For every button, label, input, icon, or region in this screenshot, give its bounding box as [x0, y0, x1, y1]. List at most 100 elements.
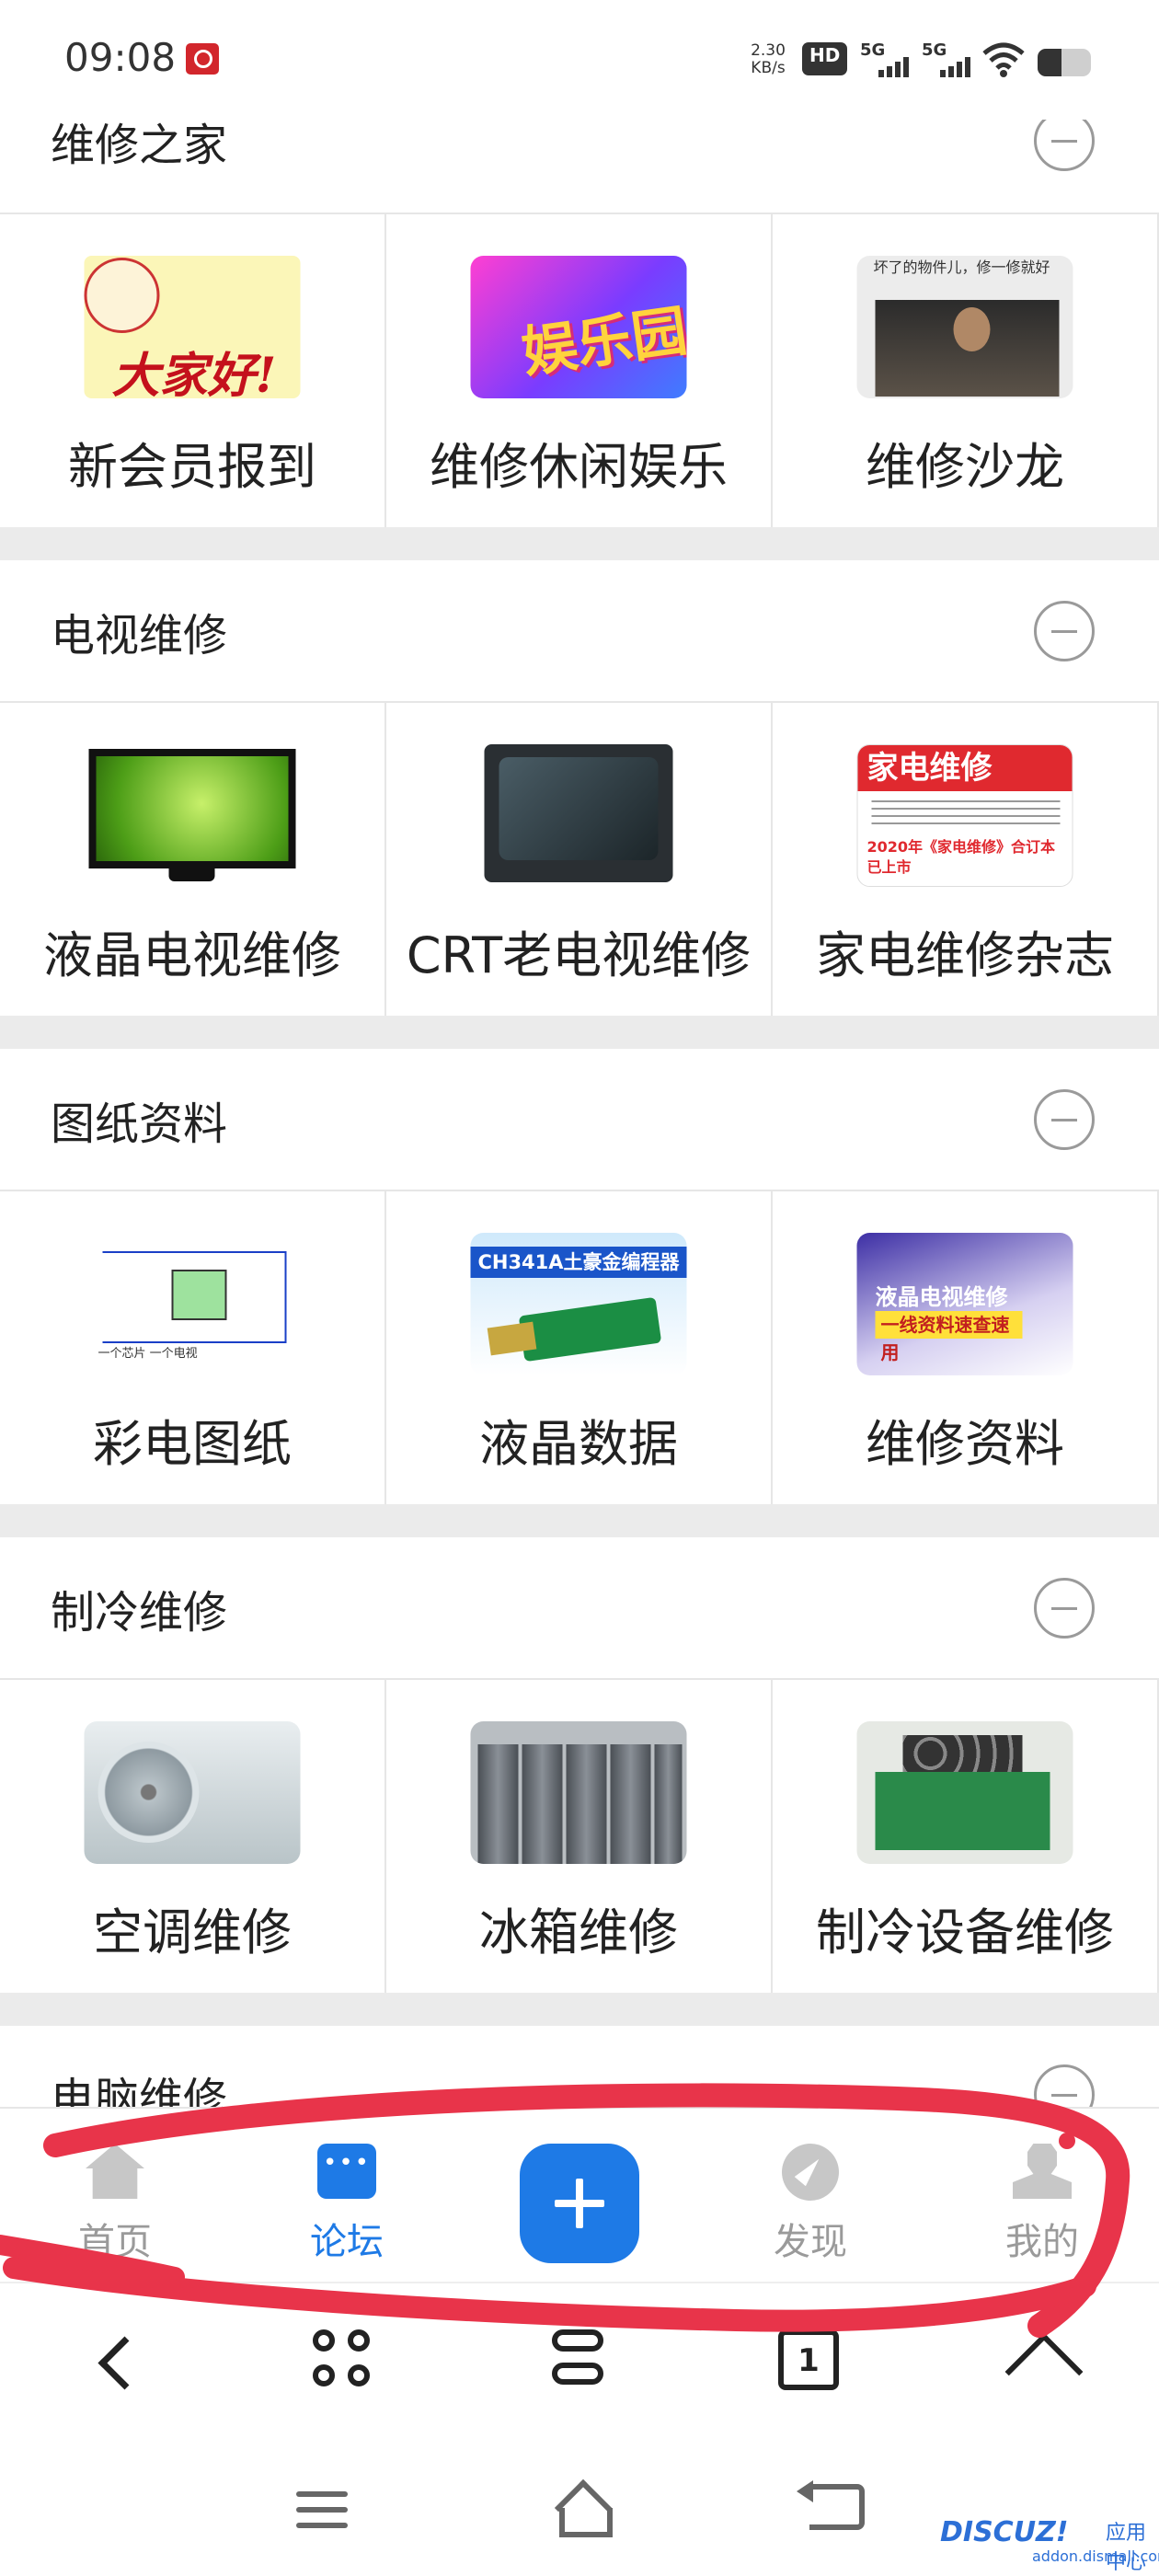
repairman-photo — [875, 300, 1060, 397]
forum-schematics[interactable]: 一个芯片 一个电视 彩电图纸 — [0, 1191, 386, 1504]
forum-section: 电视维修 液晶电视维修 CRT老电视维修 家电维修 2020年《家电维修》合订本… — [0, 560, 1159, 1049]
home-icon — [86, 2144, 144, 2199]
collapse-icon[interactable] — [1034, 1577, 1095, 1639]
browser-home-icon[interactable] — [1007, 2329, 1077, 2394]
forum-magazine[interactable]: 家电维修 2020年《家电维修》合订本已上市 家电维修杂志 — [773, 703, 1159, 1016]
watermark-url: addon.dismall.com — [1032, 2547, 1159, 2565]
tab-discover[interactable]: 发现 — [741, 2109, 879, 2283]
tv-stand — [168, 868, 215, 881]
wifi-icon — [982, 42, 1025, 77]
forum-new-members[interactable]: 大家好! 新会员报到 — [0, 214, 386, 527]
tab-label: 发现 — [774, 2221, 847, 2263]
forum-salon[interactable]: 坏了的物件儿，修一修就好 维修沙龙 — [773, 214, 1159, 527]
thumbnail-text: 娱乐园 — [518, 298, 687, 386]
collapse-icon[interactable] — [1034, 600, 1095, 661]
forum-thumbnail: 大家好! — [84, 256, 301, 398]
forum-refrigerator[interactable]: 冰箱维修 — [386, 1680, 773, 1993]
menu-icon[interactable] — [545, 2329, 609, 2394]
section-divider — [0, 1504, 1159, 1537]
forum-thumbnail: 家电维修 2020年《家电维修》合订本已上市 — [856, 744, 1073, 887]
forum-thumbnail — [84, 1721, 301, 1864]
forum-thumbnail: CH341A土豪金编程器 — [470, 1233, 687, 1375]
tab-label: 首页 — [78, 2221, 152, 2263]
forum-repair-docs[interactable]: 液晶电视维修 一线资料速查速用 维修资料 — [773, 1191, 1159, 1504]
thumbnail-subtext: 2020年《家电维修》合订本已上市 — [866, 838, 1056, 876]
section-divider — [0, 527, 1159, 560]
forum-section: 图纸资料 一个芯片 一个电视 彩电图纸 CH341A土豪金编程器 液晶数据 液晶… — [0, 1049, 1159, 1537]
forum-label: 新会员报到 — [68, 438, 316, 496]
forum-thumbnail — [84, 744, 301, 887]
forum-section: 制冷维修 空调维修 冰箱维修 制冷设备维修 — [0, 1537, 1159, 2026]
tab-forum[interactable]: 论坛 — [278, 2109, 416, 2283]
forum-section: 维修之家 大家好! 新会员报到 娱乐园 维修休闲娱乐 坏了的物件儿，修一修就好 — [0, 72, 1159, 560]
thumbnail-subtext: 一线资料速查速用 — [875, 1311, 1023, 1363]
recent-apps-icon[interactable] — [296, 2491, 348, 2528]
forum-grid: 大家好! 新会员报到 娱乐园 维修休闲娱乐 坏了的物件儿，修一修就好 维修沙龙 — [0, 214, 1159, 527]
clock: 09:08 — [64, 35, 177, 80]
notification-app-icon — [186, 43, 219, 75]
forum-crt-tv[interactable]: CRT老电视维修 — [386, 703, 773, 1016]
forum-label: 制冷设备维修 — [816, 1903, 1114, 1961]
forum-thumbnail — [470, 1721, 687, 1864]
forum-label: 冰箱维修 — [479, 1903, 678, 1961]
forum-label: 维修沙龙 — [866, 438, 1064, 496]
tab-label: 我的 — [1005, 2221, 1079, 2263]
battery-icon — [1038, 49, 1091, 76]
new-post-button[interactable] — [520, 2144, 639, 2263]
smiley-face-image — [84, 258, 160, 333]
tab-home[interactable]: 首页 — [46, 2109, 184, 2283]
forum-air-conditioner[interactable]: 空调维修 — [0, 1680, 386, 1993]
tabs-button[interactable]: 1 — [778, 2329, 839, 2390]
section-divider — [0, 1016, 1159, 1049]
net-speed-unit: KB/s — [751, 59, 786, 77]
nav-home-icon[interactable] — [552, 2484, 613, 2537]
crt-tv-image — [484, 744, 673, 882]
section-header[interactable]: 图纸资料 — [0, 1049, 1159, 1191]
forum-label: CRT老电视维修 — [406, 926, 752, 984]
forum-thumbnail: 液晶电视维修 一线资料速查速用 — [856, 1233, 1073, 1375]
thumbnail-text: 坏了的物件儿，修一修就好 — [873, 259, 1050, 276]
forum-label: 液晶电视维修 — [43, 926, 341, 984]
user-icon — [1013, 2144, 1072, 2199]
tab-me[interactable]: 我的 — [973, 2109, 1111, 2283]
hd-voice-icon: HD — [802, 42, 848, 75]
forum-grid: 液晶电视维修 CRT老电视维修 家电维修 2020年《家电维修》合订本已上市 家… — [0, 703, 1159, 1016]
section-header[interactable]: 制冷维修 — [0, 1537, 1159, 1680]
forum-lcd-data[interactable]: CH341A土豪金编程器 液晶数据 — [386, 1191, 773, 1504]
back-icon[interactable] — [83, 2329, 147, 2394]
screen: 09:08 2.30 KB/s HD 5G 5G 维修之家 大家好! 新会员报到… — [0, 0, 1159, 2576]
section-header[interactable]: 电视维修 — [0, 560, 1159, 703]
sim1-signal-icon — [860, 53, 912, 77]
tools-icon[interactable] — [313, 2329, 377, 2394]
forum-icon — [317, 2144, 376, 2199]
watermark-logo: DISCUZ! — [940, 2516, 1069, 2548]
net-speed: 2.30 KB/s — [743, 42, 793, 77]
forum-refrigeration-equipment[interactable]: 制冷设备维修 — [773, 1680, 1159, 1993]
forum-thumbnail: 娱乐园 — [470, 256, 687, 398]
forum-lcd-tv[interactable]: 液晶电视维修 — [0, 703, 386, 1016]
forum-label: 空调维修 — [93, 1903, 292, 1961]
section-title: 电视维修 — [51, 609, 228, 661]
forum-label: 液晶数据 — [479, 1415, 678, 1473]
nav-back-icon[interactable] — [797, 2480, 865, 2530]
compass-icon — [782, 2144, 839, 2201]
forum-label: 维修资料 — [866, 1415, 1064, 1473]
collapse-icon[interactable] — [1034, 1088, 1095, 1150]
notification-dot — [1059, 2133, 1075, 2149]
forum-grid: 空调维修 冰箱维修 制冷设备维修 — [0, 1680, 1159, 1993]
thumbnail-text: 家电维修 — [857, 745, 1073, 791]
magazine-lines — [871, 800, 1061, 828]
forum-label: 彩电图纸 — [93, 1415, 292, 1473]
forum-thumbnail: 一个芯片 一个电视 — [84, 1233, 301, 1375]
forum-leisure[interactable]: 娱乐园 维修休闲娱乐 — [386, 214, 773, 527]
ac-unit-image — [98, 1742, 200, 1843]
forum-thumbnail — [470, 744, 687, 887]
chip-image — [171, 1270, 227, 1320]
forum-label: 维修休闲娱乐 — [430, 438, 728, 496]
tab-label: 论坛 — [310, 2221, 384, 2263]
net-speed-value: 2.30 — [751, 41, 786, 60]
watermark-sub: 应用中心 — [1106, 2522, 1147, 2574]
forum-grid: 一个芯片 一个电视 彩电图纸 CH341A土豪金编程器 液晶数据 液晶电视维修 … — [0, 1191, 1159, 1504]
section-divider — [0, 1993, 1159, 2026]
forum-thumbnail: 坏了的物件儿，修一修就好 — [856, 256, 1073, 398]
